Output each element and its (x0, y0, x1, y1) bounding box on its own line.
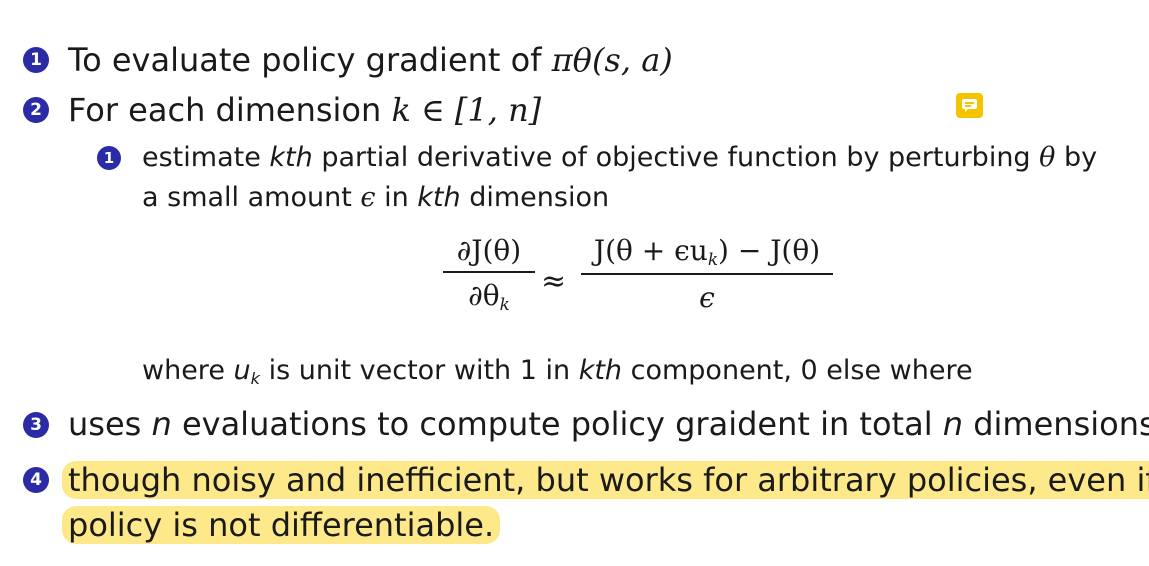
bullet-2: 2 (23, 97, 49, 123)
sub-item-text: by (1055, 142, 1098, 173)
equation-lhs-subscript: k (499, 293, 510, 314)
equation-lhs-denominator: ∂θ (468, 278, 500, 312)
equation-rhs-numerator: J(θ + ϵu (593, 234, 708, 267)
equation-lhs: ∂J(θ) ∂θk (443, 234, 535, 314)
sub-item-kth: kth (417, 182, 461, 213)
where-text: component, 0 else where (622, 355, 973, 386)
where-text: is unit vector with 1 in (260, 355, 579, 386)
item-2-text: For each dimension (68, 91, 392, 129)
item-2-math: k ∈ [1, n] (391, 91, 542, 129)
comment-note-icon[interactable] (956, 93, 983, 118)
where-line: where uk is unit vector with 1 in kth co… (142, 351, 973, 399)
sub-item-1-line-2: a small amount ϵ in kth dimension (142, 178, 609, 218)
sub-item-kth: kth (269, 142, 313, 173)
item-3-n: n (942, 405, 964, 443)
item-3-text: uses (68, 405, 152, 443)
sub-item-text: a small amount (142, 182, 361, 213)
bullet-3: 3 (23, 412, 49, 438)
where-kth: kth (578, 355, 623, 386)
bullet-4: 4 (23, 467, 49, 493)
equation-relation: ≈ (541, 264, 567, 299)
item-4-line-1: though noisy and inefficient, but works … (62, 460, 1149, 500)
item-4-line-2: policy is not differentiable. (62, 505, 501, 545)
sub-item-text: estimate (142, 142, 270, 173)
item-1-math: πθ(s, a) (551, 41, 673, 79)
highlighted-text: policy is not differentiable. (62, 506, 501, 544)
item-2: For each dimension k ∈ [1, n] (68, 90, 541, 130)
sub-item-1-line-1: estimate kth partial derivative of objec… (142, 138, 1097, 178)
item-1-text: To evaluate policy gradient of (68, 41, 552, 79)
sub-item-text: in (375, 182, 418, 213)
equation-lhs-numerator: ∂J(θ) (456, 234, 522, 267)
sub-item-epsilon: ϵ (360, 182, 376, 213)
item-3-text: dimensions (963, 405, 1149, 443)
where-text: where (142, 355, 234, 386)
sub-item-text: partial derivative of objective function… (312, 142, 1040, 173)
highlighted-text: though noisy and inefficient, but works … (62, 461, 1149, 499)
sub-item-theta: θ (1039, 142, 1056, 173)
equation-rhs-denominator: ϵ (699, 280, 715, 314)
where-u: u (233, 355, 251, 386)
where-u-subscript: k (250, 368, 261, 388)
item-3-text: evaluations to compute policy graident i… (171, 405, 943, 443)
sub-bullet-1: 1 (97, 146, 121, 170)
equation-rhs-subscript: k (707, 249, 719, 270)
bullet-1: 1 (23, 47, 49, 73)
equation-rhs-numerator-tail: ) − J(θ) (718, 234, 821, 267)
item-1: To evaluate policy gradient of πθ(s, a) (68, 40, 673, 80)
equation-rhs: J(θ + ϵuk) − J(θ) ϵ (581, 234, 833, 314)
item-3-n: n (151, 405, 172, 443)
slide: 1 To evaluate policy gradient of πθ(s, a… (0, 0, 1149, 566)
sub-item-text: dimension (460, 182, 610, 213)
item-3: uses n evaluations to compute policy gra… (68, 404, 1149, 444)
